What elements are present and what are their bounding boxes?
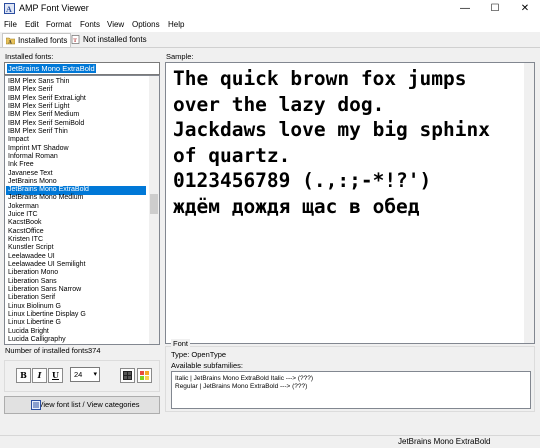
font-list-item[interactable]: IBM Plex Serif Light <box>8 103 146 112</box>
subfamily-row: Italic | JetBrains Mono ExtraBold Italic… <box>175 375 314 382</box>
search-input-value: JetBrains Mono ExtraBold <box>7 64 96 73</box>
font-list-item[interactable]: Linux Libertine G <box>8 319 146 328</box>
font-list-item[interactable]: Lucida Calligraphy <box>8 336 146 344</box>
font-list-item[interactable]: IBM Plex Sans Thin <box>8 78 146 87</box>
subfamilies-list[interactable]: Italic | JetBrains Mono ExtraBold Italic… <box>171 371 531 409</box>
font-list-item[interactable]: IBM Plex Serif Medium <box>8 111 146 120</box>
font-list-item[interactable]: Imprint MT Shadow <box>8 145 146 154</box>
sample-label: Sample: <box>166 52 194 61</box>
paint-icon <box>140 371 149 380</box>
font-search-input[interactable]: JetBrains Mono ExtraBold <box>4 62 160 75</box>
subfamilies-label: Available subfamilies: <box>171 361 243 370</box>
view-button-label: View font list / View categories <box>38 400 140 409</box>
close-button[interactable]: ✕ <box>510 0 540 18</box>
font-list-item[interactable]: Juice ITC <box>8 211 146 220</box>
font-list-item[interactable]: IBM Plex Serif <box>8 86 146 95</box>
subfamily-row: Regular | JetBrains Mono ExtraBold ---> … <box>175 383 308 390</box>
sample-text-area[interactable]: The quick brown fox jumps over the lazy … <box>165 62 535 344</box>
sample-scrollbar[interactable] <box>524 63 534 343</box>
sample-line: over the lazy dog. <box>173 93 385 116</box>
installed-fonts-list[interactable]: IBM Plex Sans Thin IBM Plex Serif IBM Plex… <box>4 75 160 345</box>
menu-bar: File Edit Format Fonts View Options Help <box>0 18 540 32</box>
chevron-down-icon: ▾ <box>93 371 97 378</box>
font-list-item[interactable]: Liberation Sans Narrow <box>8 286 146 295</box>
font-size-value: 24 <box>74 370 83 379</box>
status-text: JetBrains Mono ExtraBold <box>398 437 491 446</box>
font-list-item[interactable]: JetBrains Mono <box>8 178 146 187</box>
font-list-item[interactable]: Leelawadee UI Semilight <box>8 261 146 270</box>
color-palette-icon <box>123 371 132 380</box>
svg-text:T: T <box>73 38 77 44</box>
tab-not-installed-label: Not installed fonts <box>83 35 147 44</box>
tab-not-installed-fonts[interactable]: T Not installed fonts <box>68 33 157 46</box>
maximize-button[interactable]: ☐ <box>480 0 510 18</box>
font-list-item[interactable]: Ink Free <box>8 161 146 170</box>
scrollbar-thumb[interactable] <box>150 194 158 214</box>
menu-options[interactable]: Options <box>132 20 160 29</box>
text-color-button[interactable] <box>120 368 135 383</box>
font-list-item[interactable]: Lucida Bright <box>8 328 146 337</box>
font-list-item[interactable]: Kunstler Script <box>8 244 146 253</box>
font-count-label: Number of installed fonts: <box>5 346 91 355</box>
sample-line: The quick brown fox jumps <box>173 67 467 90</box>
list-view-icon <box>31 400 41 410</box>
font-list-item[interactable]: Linux Biolinum G <box>8 303 146 312</box>
font-list-item[interactable]: KacstOffice <box>8 228 146 237</box>
font-file-icon: T <box>71 35 80 44</box>
font-list-item[interactable]: Linux Libertine Display G <box>8 311 146 320</box>
font-list-item[interactable]: IBM Plex Serif SemiBold <box>8 120 146 129</box>
font-list-item[interactable]: Liberation Sans <box>8 278 146 287</box>
tab-strip: A Installed fonts T Not installed fonts <box>0 32 540 48</box>
bold-button[interactable]: B <box>16 368 31 383</box>
font-list-item[interactable]: IBM Plex Serif Thin <box>8 128 146 137</box>
menu-format[interactable]: Format <box>46 20 71 29</box>
minimize-button[interactable]: — <box>450 0 480 18</box>
font-count-value: 374 <box>88 346 101 355</box>
font-size-select[interactable]: 24 ▾ <box>70 367 100 382</box>
font-list-scrollbar[interactable] <box>149 76 159 344</box>
font-list-item[interactable]: IBM Plex Serif ExtraLight <box>8 95 146 104</box>
svg-text:A: A <box>6 5 12 14</box>
font-list-item[interactable]: Liberation Serif <box>8 294 146 303</box>
font-list-item[interactable]: Javanese Text <box>8 170 146 179</box>
sample-line: Jackdaws love my big sphinx <box>173 118 490 141</box>
font-list-item[interactable]: Impact <box>8 136 146 145</box>
svg-text:A: A <box>8 41 12 46</box>
tab-installed-fonts[interactable]: A Installed fonts <box>2 33 71 47</box>
installed-fonts-label: Installed fonts: <box>5 52 54 61</box>
font-type-label: Type: OpenType <box>171 350 227 359</box>
sample-line: 0123456789 (.,:;-*!?') <box>173 169 432 192</box>
menu-edit[interactable]: Edit <box>25 20 39 29</box>
font-list-item[interactable]: JetBrains Mono Medium <box>8 194 146 203</box>
font-list-item[interactable]: Kristen ITC <box>8 236 146 245</box>
italic-button[interactable]: I <box>32 368 47 383</box>
menu-file[interactable]: File <box>4 20 17 29</box>
status-bar: JetBrains Mono ExtraBold <box>0 435 540 448</box>
font-list-item[interactable]: Informal Roman <box>8 153 146 162</box>
view-font-list-button[interactable]: View font list / View categories <box>4 396 160 414</box>
underline-button[interactable]: U <box>48 368 63 383</box>
folder-font-icon: A <box>6 37 15 46</box>
font-section-label: Font <box>171 339 191 348</box>
app-icon: A <box>4 3 15 14</box>
menu-fonts[interactable]: Fonts <box>80 20 100 29</box>
menu-help[interactable]: Help <box>168 20 184 29</box>
font-list-item[interactable]: Jokerman <box>8 203 146 212</box>
font-list-item[interactable]: JetBrains Mono ExtraBold <box>6 186 146 195</box>
menu-view[interactable]: View <box>107 20 124 29</box>
background-color-button[interactable] <box>137 368 152 383</box>
title-bar: A AMP Font Viewer — ☐ ✕ <box>0 0 540 18</box>
tab-installed-label: Installed fonts <box>18 36 68 45</box>
sample-line: ждём дождя щас в обед <box>173 195 420 218</box>
sample-line: of quartz. <box>173 144 291 167</box>
window-title: AMP Font Viewer <box>19 3 89 13</box>
font-list-item[interactable]: KacstBook <box>8 219 146 228</box>
font-list-item[interactable]: Liberation Mono <box>8 269 146 278</box>
font-list-item[interactable]: Leelawadee UI <box>8 253 146 262</box>
